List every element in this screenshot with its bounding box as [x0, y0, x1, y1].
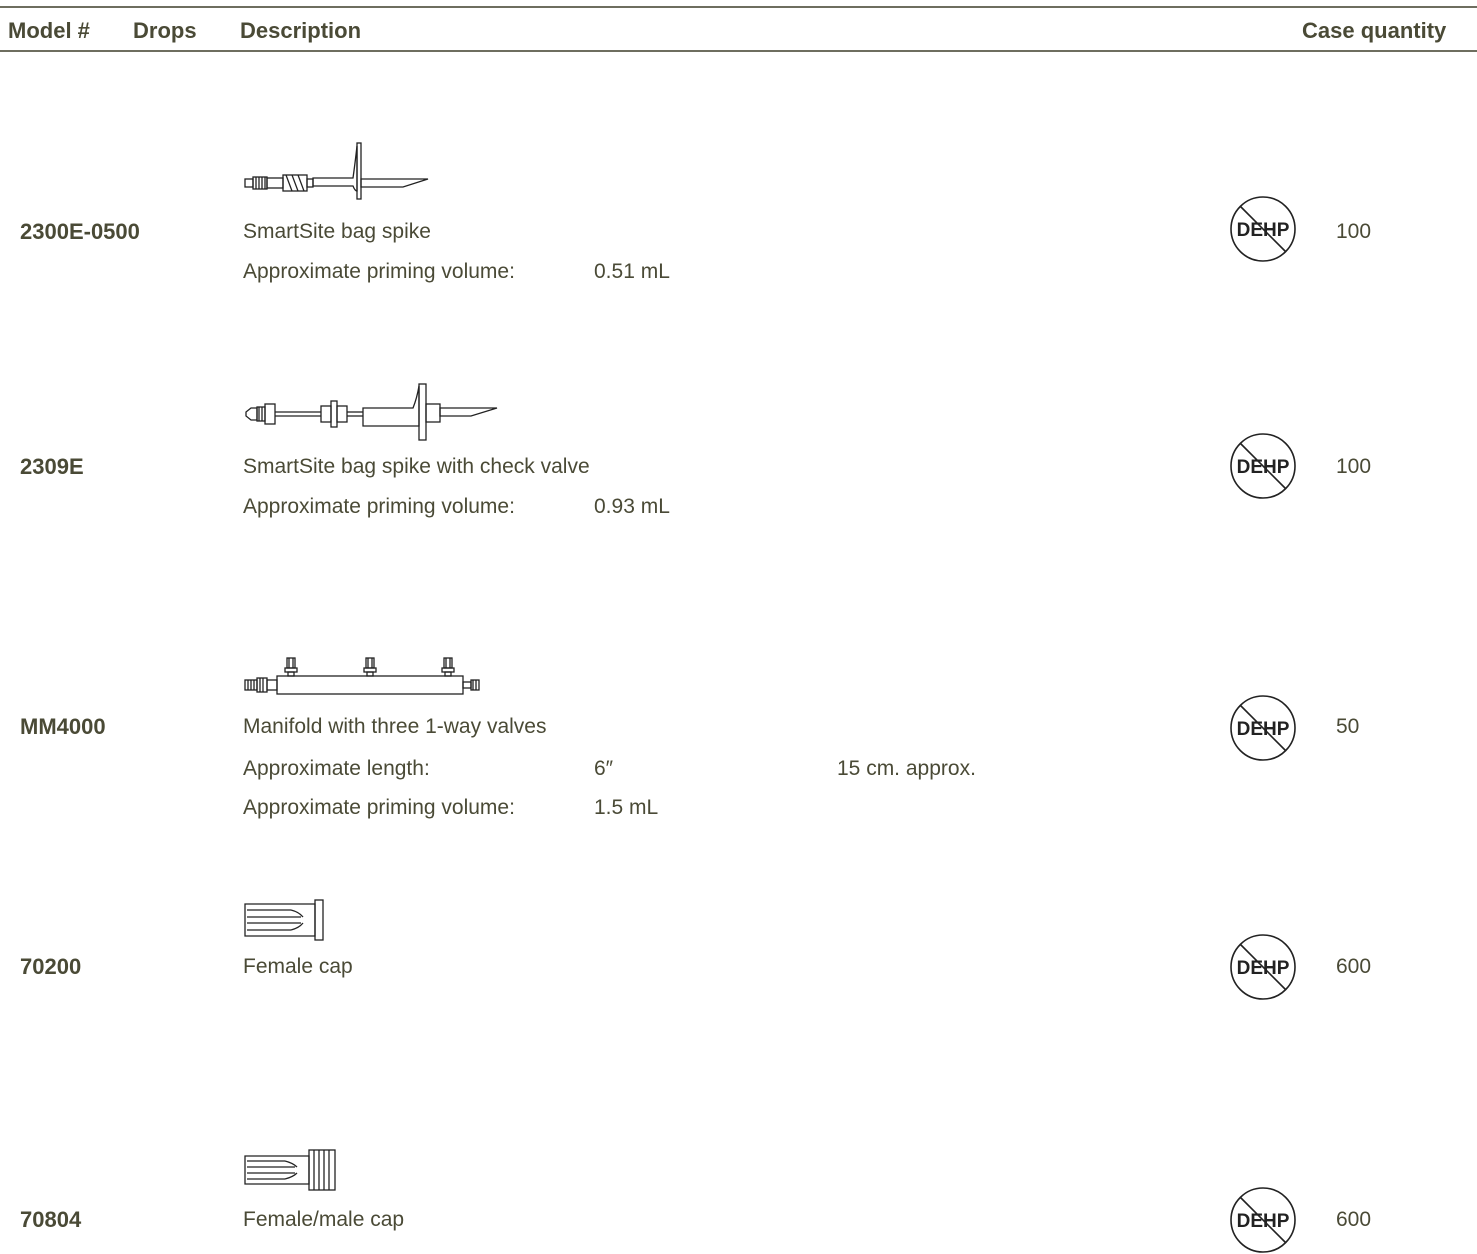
spec-label: Approximate priming volume:: [243, 495, 515, 518]
header-model: Model #: [8, 18, 90, 43]
spec-value: 0.93 mL: [594, 495, 670, 518]
spec-value: 6″: [594, 757, 614, 780]
header-description: Description: [240, 18, 362, 43]
dehp-badge-label: DEHP: [1237, 719, 1290, 740]
model-number: 70804: [20, 1207, 82, 1232]
manifold-icon: [244, 657, 480, 695]
spec-extra: 15 cm. approx.: [837, 757, 976, 780]
case-quantity: 600: [1336, 1208, 1372, 1231]
model-number: 70200: [20, 954, 82, 979]
dehp-free-icon: DEHP: [1230, 934, 1296, 1000]
spec-label: Approximate priming volume:: [243, 796, 515, 819]
model-number: 2309E: [20, 454, 84, 479]
dehp-free-icon: DEHP: [1230, 695, 1296, 761]
female-male-cap-icon: [244, 1149, 336, 1191]
spec-label: Approximate length:: [243, 757, 430, 780]
spec-value: 0.51 mL: [594, 260, 670, 283]
dehp-badge-label: DEHP: [1237, 457, 1290, 478]
dehp-free-icon: DEHP: [1230, 196, 1296, 262]
case-quantity: 600: [1336, 955, 1372, 978]
header-drops: Drops: [133, 18, 197, 43]
header-bottom-rule: [0, 50, 1477, 52]
female-cap-icon: [244, 899, 324, 941]
product-description: SmartSite bag spike: [243, 220, 431, 243]
model-number: MM4000: [20, 714, 106, 739]
header-case-quantity: Case quantity: [1302, 18, 1447, 43]
bag-spike-check-valve-icon: [245, 383, 498, 441]
dehp-badge-label: DEHP: [1237, 220, 1290, 241]
model-number: 2300E-0500: [20, 219, 140, 244]
dehp-free-icon: DEHP: [1230, 433, 1296, 499]
header-top-rule: [0, 6, 1477, 8]
spec-label: Approximate priming volume:: [243, 260, 515, 283]
dehp-badge-label: DEHP: [1237, 958, 1290, 979]
case-quantity: 100: [1336, 220, 1372, 243]
bag-spike-icon: [244, 142, 429, 200]
dehp-free-icon: DEHP: [1230, 1187, 1296, 1253]
product-description: Manifold with three 1-way valves: [243, 715, 547, 738]
dehp-badge-label: DEHP: [1237, 1211, 1290, 1232]
product-description: Female cap: [243, 955, 353, 978]
case-quantity: 100: [1336, 455, 1372, 478]
product-description: Female/male cap: [243, 1208, 405, 1231]
product-description: SmartSite bag spike with check valve: [243, 455, 590, 478]
case-quantity: 50: [1336, 715, 1360, 738]
spec-value: 1.5 mL: [594, 796, 659, 819]
